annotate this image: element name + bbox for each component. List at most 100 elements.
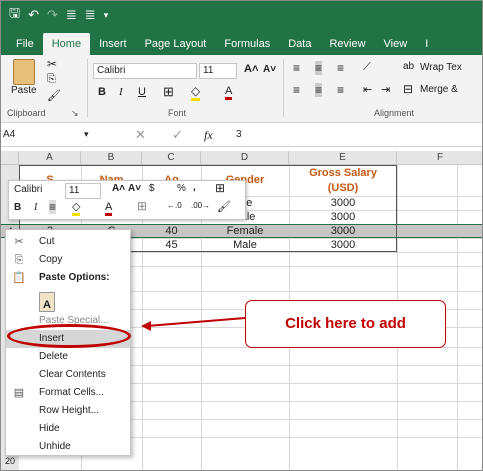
- undo-icon[interactable]: ↶: [28, 7, 39, 23]
- orientation-icon[interactable]: ⟋: [363, 61, 371, 74]
- header-cell-e-line1[interactable]: Gross Salary: [289, 166, 397, 180]
- decrease-decimal-icon[interactable]: .00→: [191, 201, 210, 210]
- enter-icon[interactable]: ✓: [172, 127, 183, 143]
- align-middle-icon[interactable]: ≡: [315, 61, 323, 75]
- format-painter-icon[interactable]: 🖌: [47, 89, 61, 102]
- currency-icon[interactable]: $: [149, 183, 155, 194]
- align-center-icon[interactable]: ≡: [315, 83, 323, 97]
- font-size-box[interactable]: 11: [199, 63, 237, 79]
- menu-item-copy[interactable]: ⎘ Copy: [6, 251, 130, 269]
- clipboard-launcher-icon[interactable]: ↘: [71, 108, 79, 119]
- align-right-icon[interactable]: ≡: [337, 83, 344, 97]
- column-header-f[interactable]: F: [397, 151, 482, 165]
- mini-italic-icon[interactable]: I: [34, 202, 37, 213]
- mini-center-icon[interactable]: ≡: [49, 200, 57, 214]
- tab-page-layout[interactable]: Page Layout: [136, 33, 216, 55]
- cell-e-row3[interactable]: 3000: [289, 210, 397, 224]
- fx-icon[interactable]: fx: [204, 128, 213, 143]
- tab-view[interactable]: View: [375, 33, 417, 55]
- cell-c-row5[interactable]: 45: [142, 238, 201, 252]
- mini-size-box[interactable]: 11: [65, 183, 101, 199]
- header-cell-e-line2[interactable]: (USD): [289, 181, 397, 195]
- scissors-icon: ✂: [14, 236, 24, 248]
- row-number-20[interactable]: 20: [1, 454, 19, 468]
- align-bottom-icon[interactable]: ≡: [337, 61, 344, 75]
- paste-button[interactable]: Paste: [11, 85, 37, 96]
- percent-icon[interactable]: %: [177, 183, 186, 194]
- column-header-c[interactable]: C: [142, 151, 201, 165]
- cut-icon[interactable]: ✂: [47, 57, 57, 71]
- save-icon[interactable]: 🖫: [9, 4, 20, 26]
- select-all-corner[interactable]: [1, 151, 19, 165]
- wrap-text-button[interactable]: Wrap Tex: [420, 62, 462, 73]
- cell-c-row4[interactable]: 40: [142, 224, 201, 238]
- mini-font-color-icon[interactable]: A: [105, 201, 113, 216]
- formula-input[interactable]: 3: [236, 129, 476, 140]
- borders-icon[interactable]: ⊞: [163, 84, 174, 100]
- cell-e-row4[interactable]: 3000: [289, 224, 397, 238]
- paste-a-icon[interactable]: A: [39, 292, 55, 312]
- fill-color-icon[interactable]: ◇: [191, 84, 201, 101]
- increase-indent-icon[interactable]: ⇥: [381, 83, 390, 96]
- tab-home[interactable]: Home: [42, 33, 91, 55]
- menu-item-cut[interactable]: ✂ Cut: [6, 233, 130, 251]
- tab-insert[interactable]: Insert: [90, 33, 136, 55]
- tab-more[interactable]: I: [416, 33, 437, 55]
- menu-item-row-height[interactable]: Row Height...: [6, 402, 130, 420]
- menu-item-clear-contents[interactable]: Clear Contents: [6, 366, 130, 384]
- cell-d-row4[interactable]: Female: [201, 224, 289, 238]
- column-header-e[interactable]: E: [289, 151, 397, 165]
- cell-e-row5[interactable]: 3000: [289, 238, 397, 252]
- tab-formulas[interactable]: Formulas: [215, 33, 279, 55]
- decrease-font-icon[interactable]: A˅: [263, 64, 276, 75]
- tab-review[interactable]: Review: [320, 33, 374, 55]
- column-header-b[interactable]: B: [81, 151, 142, 165]
- format2-icon[interactable]: ≣: [85, 7, 96, 23]
- mini-table-icon[interactable]: ⊞: [215, 181, 225, 195]
- copy-icon[interactable]: ⎘: [47, 73, 56, 86]
- menu-item-label: Paste Options:: [39, 272, 110, 283]
- align-left-icon[interactable]: ≡: [293, 83, 300, 97]
- menu-item-format-cells[interactable]: ▤ Format Cells...: [6, 384, 130, 402]
- column-header-d[interactable]: D: [201, 151, 289, 165]
- italic-icon[interactable]: I: [119, 86, 123, 98]
- increase-decimal-icon[interactable]: ←.0: [167, 201, 182, 210]
- tab-file[interactable]: File: [7, 33, 43, 55]
- bold-icon[interactable]: B: [98, 86, 106, 98]
- comma-icon[interactable]: ,: [193, 182, 196, 193]
- cell-e-row2[interactable]: 3000: [289, 196, 397, 210]
- column-header-a[interactable]: A: [19, 151, 81, 165]
- wrap-text-icon[interactable]: ab: [403, 61, 414, 72]
- redo-icon[interactable]: ↷: [47, 7, 58, 23]
- cell-d-row5[interactable]: Male: [201, 238, 289, 252]
- mini-font-box[interactable]: Calibri: [11, 183, 63, 199]
- format-icon[interactable]: ≣: [66, 7, 77, 23]
- merge-icon[interactable]: ⊟: [403, 82, 413, 96]
- align-top-icon[interactable]: ≡: [293, 61, 300, 75]
- menu-item-hide[interactable]: Hide: [6, 420, 130, 438]
- font-color-icon[interactable]: A: [225, 85, 233, 100]
- mini-format-painter-icon[interactable]: 🖌: [217, 200, 231, 213]
- mini-borders-icon[interactable]: ⊞: [137, 199, 147, 213]
- tab-data[interactable]: Data: [279, 33, 320, 55]
- mini-bold-icon[interactable]: B: [14, 202, 21, 213]
- menu-item-unhide[interactable]: Unhide: [6, 438, 130, 456]
- decrease-indent-icon[interactable]: ⇤: [363, 83, 372, 96]
- copy-icon: ⎘: [14, 254, 24, 266]
- paste-icon: 📋: [12, 272, 26, 284]
- mini-increase-font-icon[interactable]: A˄: [112, 183, 125, 194]
- alignment-group-label: Alignment: [374, 108, 415, 118]
- merge-button[interactable]: Merge &: [420, 84, 458, 95]
- mini-fill-color-icon[interactable]: ◇: [72, 200, 81, 216]
- menu-item-delete[interactable]: Delete: [6, 348, 130, 366]
- menu-item-label: Unhide: [39, 441, 71, 452]
- name-box[interactable]: A4: [3, 129, 93, 140]
- name-box-dropdown-icon[interactable]: ▾: [84, 129, 89, 140]
- mini-decrease-font-icon[interactable]: A˅: [128, 183, 141, 194]
- paste-icon[interactable]: [13, 59, 35, 85]
- more-icon[interactable]: ▾: [104, 10, 109, 21]
- font-name-box[interactable]: Calibri: [93, 63, 197, 79]
- underline-icon[interactable]: U: [138, 86, 146, 98]
- cancel-icon[interactable]: ✕: [135, 127, 146, 143]
- increase-font-icon[interactable]: A˄: [244, 63, 258, 75]
